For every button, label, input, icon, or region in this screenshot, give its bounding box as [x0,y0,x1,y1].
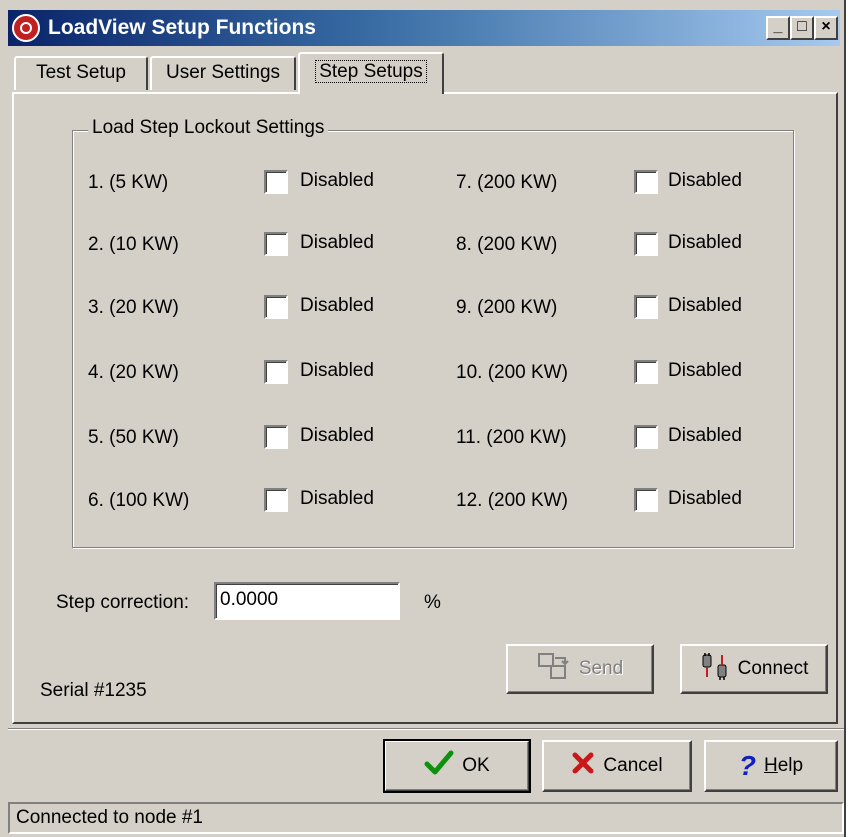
setup-window: LoadView Setup Functions _ □ × Test Setu… [0,0,846,837]
checkbox-label[interactable]: Disabled [668,425,742,447]
step-label-4: 4. (20 KW) [88,362,179,383]
percent-unit-label: % [424,592,441,613]
step-6-disabled-checkbox[interactable] [264,488,288,512]
step-label-8: 8. (200 KW) [456,234,558,255]
step-label-10: 10. (200 KW) [456,362,568,383]
step-correction-input[interactable]: 0.0000 [214,582,400,620]
ok-button[interactable]: OK [383,739,531,793]
step-12-disabled-checkbox[interactable] [634,488,658,512]
checkbox-label[interactable]: Disabled [300,295,374,317]
title-bar[interactable]: LoadView Setup Functions _ □ × [8,10,840,46]
step-label-5: 5. (50 KW) [88,427,179,448]
connect-icon [700,651,730,687]
status-text: Connected to node #1 [16,807,203,828]
checkmark-icon [424,750,454,782]
cancel-label: Cancel [603,755,663,776]
cancel-button[interactable]: Cancel [542,740,692,792]
help-label: Help [764,755,804,776]
x-icon [571,751,595,781]
maximize-button[interactable]: □ [790,16,814,40]
window-title: LoadView Setup Functions [48,16,316,39]
checkbox-label[interactable]: Disabled [668,232,742,254]
step-label-3: 3. (20 KW) [88,297,179,318]
status-bar: Connected to node #1 [8,802,844,834]
step-7-disabled-checkbox[interactable] [634,170,658,194]
step-10-disabled-checkbox[interactable] [634,360,658,384]
step-9-disabled-checkbox[interactable] [634,295,658,319]
checkbox-label[interactable]: Disabled [668,360,742,382]
step-11-disabled-checkbox[interactable] [634,425,658,449]
step-label-11: 11. (200 KW) [456,427,567,448]
step-label-12: 12. (200 KW) [456,490,568,511]
connect-button[interactable]: Connect [680,644,828,694]
checkbox-label[interactable]: Disabled [300,488,374,510]
app-logo-icon[interactable] [12,14,40,42]
step-2-disabled-checkbox[interactable] [264,232,288,256]
ok-label: OK [462,755,490,776]
checkbox-label[interactable]: Disabled [668,170,742,192]
checkbox-label[interactable]: Disabled [668,488,742,510]
lockout-group-title: Load Step Lockout Settings [88,117,329,139]
checkbox-label[interactable]: Disabled [300,170,374,192]
step-4-disabled-checkbox[interactable] [264,360,288,384]
step-label-7: 7. (200 KW) [456,172,558,193]
tab-user-settings[interactable]: User Settings [150,56,296,90]
help-button[interactable]: ? Help [704,740,838,792]
tab-label: Test Setup [36,62,126,83]
step-1-disabled-checkbox[interactable] [264,170,288,194]
step-label-1: 1. (5 KW) [88,172,169,193]
checkbox-label[interactable]: Disabled [668,295,742,317]
checkbox-label[interactable]: Disabled [300,232,374,254]
tab-label: User Settings [165,62,281,83]
minimize-button[interactable]: _ [766,16,790,40]
step-label-9: 9. (200 KW) [456,297,558,318]
step-5-disabled-checkbox[interactable] [264,425,288,449]
step-3-disabled-checkbox[interactable] [264,295,288,319]
lockout-groupbox [72,130,794,548]
step-correction-label: Step correction: [56,592,190,613]
separator [8,728,844,730]
step-8-disabled-checkbox[interactable] [634,232,658,256]
question-mark-icon: ? [738,750,756,781]
send-icon [537,652,571,686]
connect-label: Connect [737,658,809,679]
step-label-6: 6. (100 KW) [88,490,190,511]
step-label-2: 2. (10 KW) [88,234,179,255]
close-button[interactable]: × [814,16,838,40]
serial-number: Serial #1235 [40,680,147,701]
send-button[interactable]: Send [506,644,654,694]
tab-test-setup[interactable]: Test Setup [14,56,148,90]
tab-step-setups[interactable]: Step Setups [298,52,444,94]
checkbox-label[interactable]: Disabled [300,425,374,447]
tab-label: Step Setups [315,60,427,83]
checkbox-label[interactable]: Disabled [300,360,374,382]
send-label: Send [578,658,624,679]
